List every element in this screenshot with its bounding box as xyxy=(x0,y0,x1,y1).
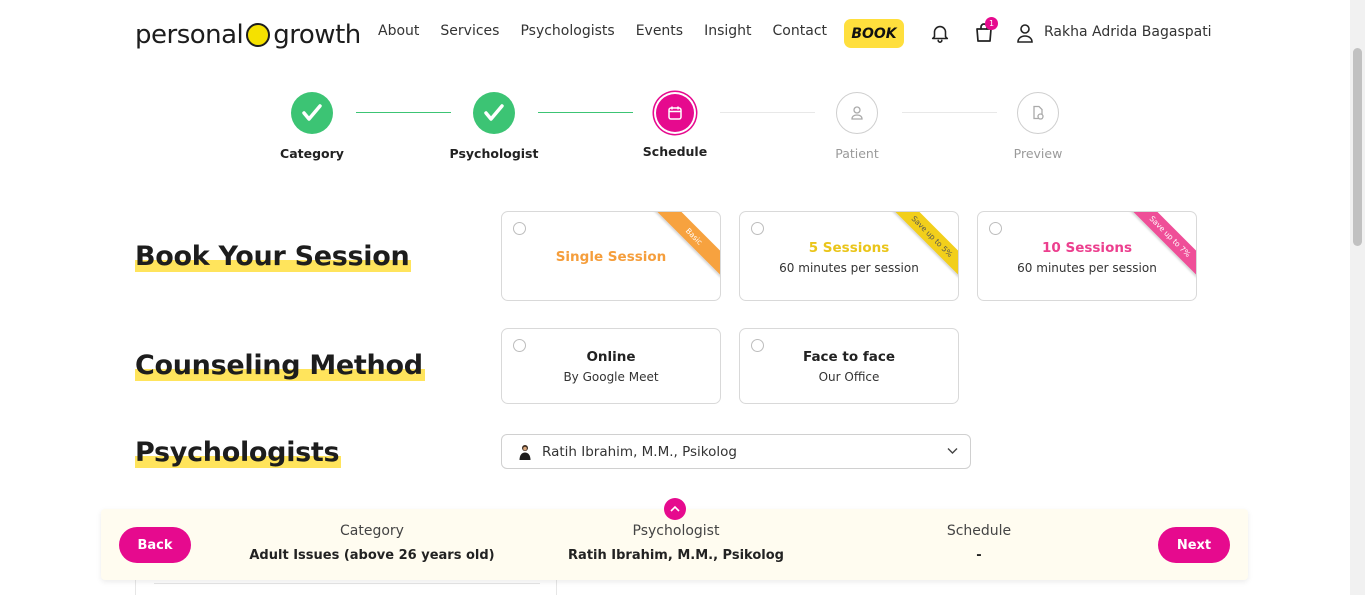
step-label: Psychologist xyxy=(449,146,539,161)
counseling-method-heading: Counseling Method xyxy=(135,350,425,381)
next-button[interactable]: Next xyxy=(1158,527,1230,563)
step-psychologist: Psychologist xyxy=(434,92,554,161)
scrollbar-thumb[interactable] xyxy=(1353,48,1362,246)
select-value: Ratih Ibrahim, M.M., Psikolog xyxy=(542,443,737,460)
main-nav: About Services Psychologists Events Insi… xyxy=(378,23,827,39)
book-button[interactable]: BOOK xyxy=(844,19,904,48)
back-button[interactable]: Back xyxy=(119,527,191,563)
nav-events[interactable]: Events xyxy=(636,23,683,39)
nav-contact[interactable]: Contact xyxy=(773,23,827,39)
step-label: Schedule xyxy=(642,144,708,159)
summary-key: Schedule xyxy=(946,523,1012,539)
summary-psychologist: Psychologist Ratih Ibrahim, M.M., Psikol… xyxy=(546,523,806,563)
nav-about[interactable]: About xyxy=(378,23,419,39)
calendar-icon xyxy=(656,94,694,132)
method-option-face-to-face[interactable]: Face to face Our Office xyxy=(739,328,959,404)
logo-text-right: growth xyxy=(273,20,361,50)
option-subtitle: By Google Meet xyxy=(563,370,659,384)
user-icon[interactable] xyxy=(1016,23,1034,43)
chevron-down-icon[interactable] xyxy=(947,447,958,455)
nav-insight[interactable]: Insight xyxy=(704,23,751,39)
booking-page: personal growth About Services Psycholog… xyxy=(0,0,1365,595)
psychologist-select[interactable]: Ratih Ibrahim, M.M., Psikolog xyxy=(501,434,971,469)
option-subtitle: 60 minutes per session xyxy=(779,261,919,275)
step-patient: Patient xyxy=(797,92,917,161)
chevron-up-icon xyxy=(670,505,680,512)
page-scrollbar[interactable] xyxy=(1350,0,1365,595)
method-option-online[interactable]: Online By Google Meet xyxy=(501,328,721,404)
cart-count-badge: 1 xyxy=(985,17,998,30)
logo[interactable]: personal growth xyxy=(135,19,361,51)
check-icon xyxy=(291,92,333,134)
step-label: Preview xyxy=(1013,146,1063,161)
radio-button[interactable] xyxy=(989,222,1002,235)
psychologists-heading: Psychologists xyxy=(135,437,342,468)
summary-category: Category Adult Issues (above 26 years ol… xyxy=(241,523,503,563)
summary-value: Ratih Ibrahim, M.M., Psikolog xyxy=(568,548,784,563)
user-name[interactable]: Rakha Adrida Bagaspati xyxy=(1044,24,1212,40)
summary-key: Category xyxy=(340,523,404,539)
logo-text-left: personal xyxy=(135,20,244,50)
logo-dot-icon xyxy=(246,23,271,47)
radio-button[interactable] xyxy=(513,222,526,235)
step-schedule: Schedule xyxy=(615,92,735,159)
option-title: Single Session xyxy=(555,249,667,265)
avatar xyxy=(519,444,531,460)
summary-value: Adult Issues (above 26 years old) xyxy=(249,548,495,563)
collapse-summary-button[interactable] xyxy=(664,498,686,520)
option-subtitle: Our Office xyxy=(818,370,880,384)
option-title: Online xyxy=(586,349,636,365)
nav-services[interactable]: Services xyxy=(440,23,499,39)
option-subtitle: 60 minutes per session xyxy=(1017,261,1157,275)
step-label: Patient xyxy=(835,146,879,161)
step-preview: Preview xyxy=(978,92,1098,161)
bell-icon[interactable] xyxy=(929,22,951,44)
session-option-10[interactable]: 10 Sessions 60 minutes per session Save … xyxy=(977,211,1197,301)
step-category: Category xyxy=(252,92,372,161)
summary-key: Psychologist xyxy=(632,523,720,539)
step-label: Category xyxy=(280,146,344,161)
summary-schedule: Schedule - xyxy=(899,523,1059,563)
option-title: Face to face xyxy=(803,349,895,365)
check-icon xyxy=(473,92,515,134)
radio-button[interactable] xyxy=(751,222,764,235)
book-session-heading: Book Your Session xyxy=(135,241,412,272)
user-icon xyxy=(836,92,878,134)
session-option-5[interactable]: 5 Sessions 60 minutes per session Save u… xyxy=(739,211,959,301)
nav-psychologists[interactable]: Psychologists xyxy=(520,23,614,39)
option-ribbon: Basic xyxy=(654,212,720,277)
document-icon xyxy=(1017,92,1059,134)
session-option-single[interactable]: Single Session Basic xyxy=(501,211,721,301)
summary-value: - xyxy=(976,548,982,563)
